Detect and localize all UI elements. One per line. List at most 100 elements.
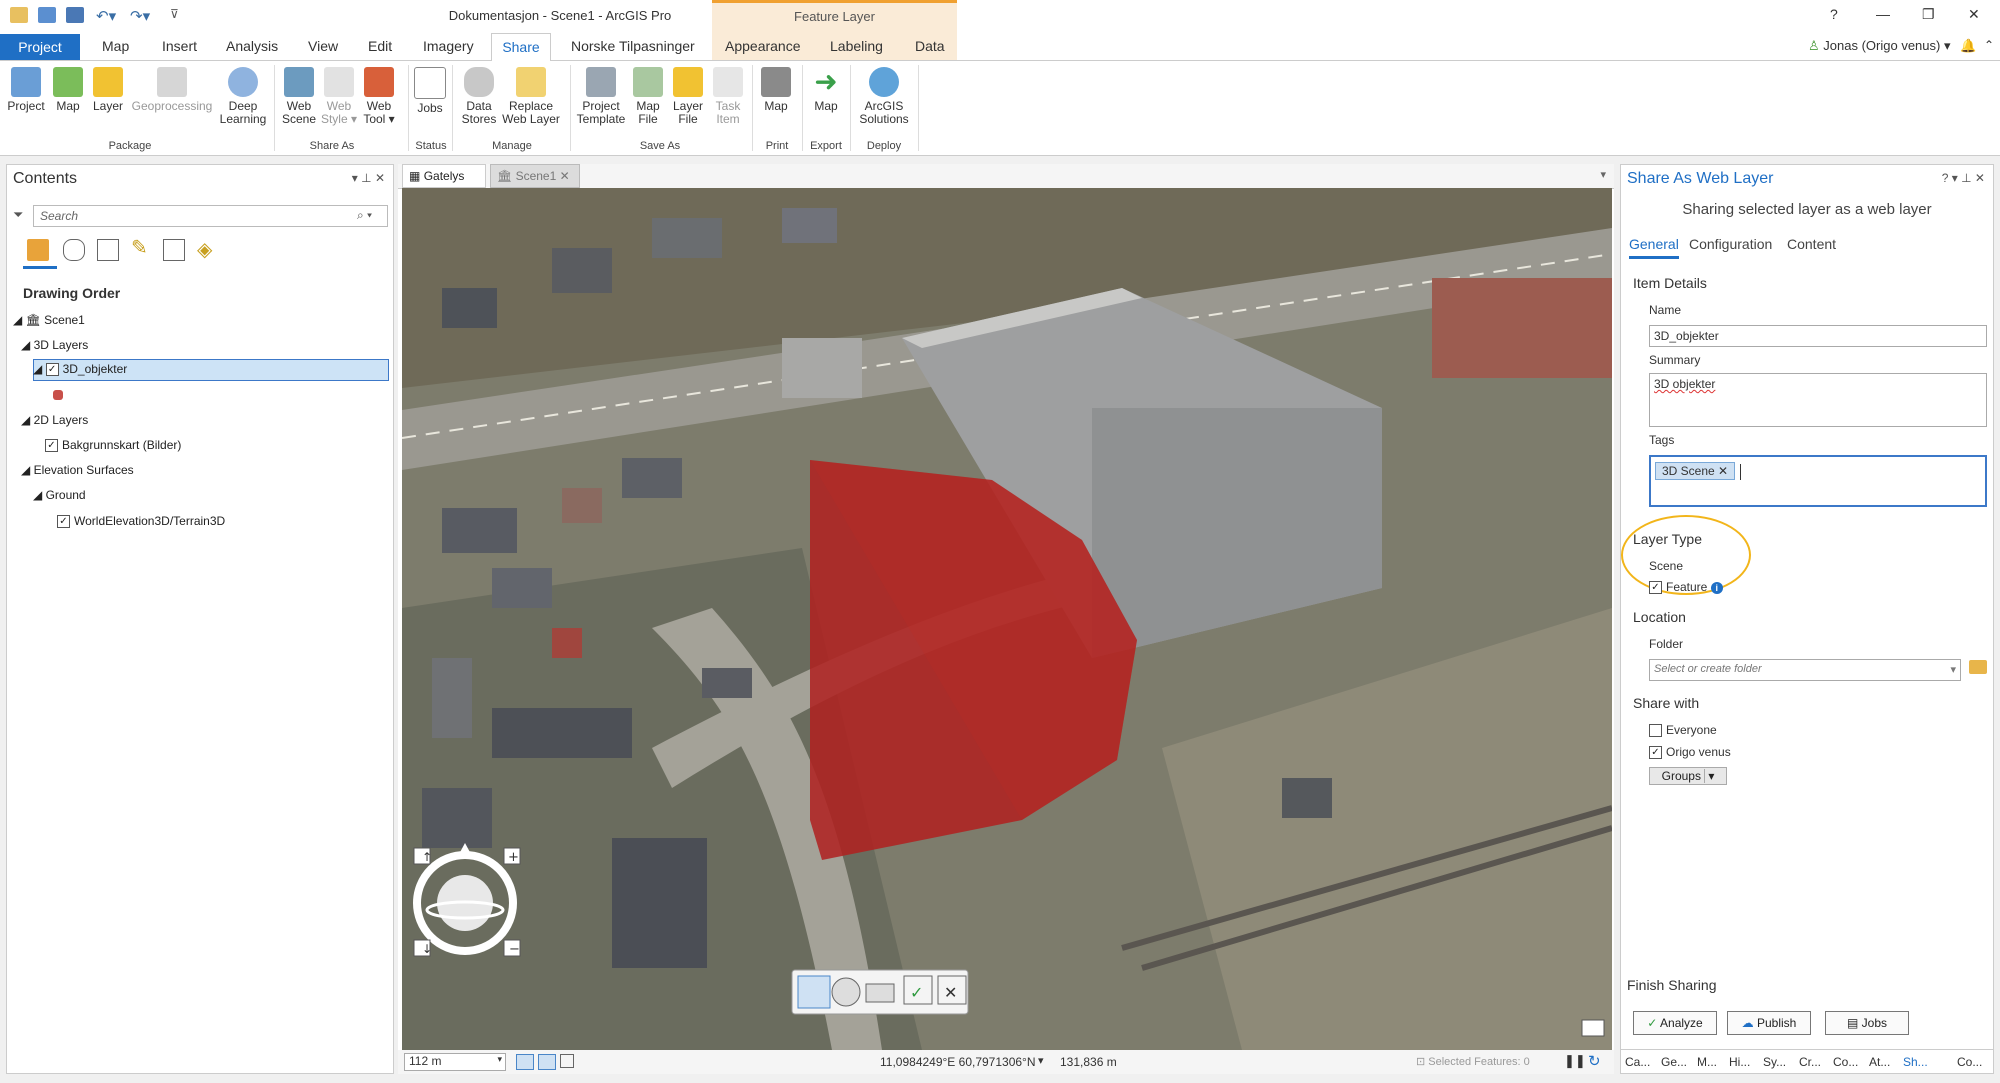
tree-basemap[interactable]: ✓ Bakgrunnskart (Bilder) — [45, 438, 181, 453]
jobs-pane-button[interactable]: ▤ Jobs — [1825, 1011, 1909, 1035]
tab-analysis[interactable]: Analysis — [226, 38, 278, 54]
feature-checkbox[interactable]: ✓ — [1649, 581, 1662, 595]
tab-data[interactable]: Data — [915, 38, 945, 54]
list-by-drawing-order-icon[interactable] — [27, 239, 49, 261]
package-layer-button[interactable]: Layer — [90, 67, 126, 113]
layer-file-button[interactable]: Layer File — [670, 67, 706, 126]
selected-features[interactable]: ⊡ Selected Features: 0 — [1416, 1055, 1530, 1068]
info-icon[interactable]: i — [1710, 582, 1723, 594]
tab-labeling[interactable]: Labeling — [830, 38, 883, 54]
tab-project[interactable]: Project — [0, 34, 80, 60]
notifications-icon[interactable]: 🔔 — [1960, 38, 1976, 54]
tab-view[interactable]: View — [308, 38, 338, 54]
terrain-visibility-checkbox[interactable]: ✓ — [57, 515, 70, 529]
bottom-tab[interactable]: Ca... — [1625, 1055, 1650, 1069]
tab-norske-tilpasninger[interactable]: Norske Tilpasninger — [571, 38, 695, 54]
package-map-button[interactable]: Map — [50, 67, 86, 113]
replace-web-layer-button[interactable]: Replace Web Layer — [502, 67, 560, 126]
expand-icon[interactable]: ◢ — [21, 338, 30, 352]
list-by-labeling-icon[interactable]: ◈ — [197, 237, 212, 262]
tab-appearance[interactable]: Appearance — [725, 38, 801, 54]
bottom-tab[interactable]: Cr... — [1799, 1055, 1821, 1069]
list-by-source-icon[interactable] — [63, 239, 85, 261]
table-toggle-icon[interactable] — [560, 1054, 574, 1068]
web-style-button[interactable]: Web Style ▾ — [320, 67, 358, 126]
publish-button[interactable]: ☁ Publish — [1727, 1011, 1811, 1035]
scene-canvas[interactable]: ↑ + ↓ − ✓ ✕ — [402, 188, 1612, 1050]
project-template-button[interactable]: Project Template — [575, 67, 627, 126]
pane-controls[interactable]: ? ▾ ⊥ ✕ — [1942, 171, 1985, 185]
help-button[interactable]: ? — [1830, 6, 1838, 22]
bottom-tab[interactable]: Co... — [1833, 1055, 1858, 1069]
geoprocessing-package-button[interactable]: Geoprocessing — [128, 67, 216, 113]
search-input[interactable]: Search — [33, 205, 388, 227]
name-input[interactable]: 3D_objekter — [1649, 325, 1987, 347]
bottom-tab[interactable]: Sy... — [1763, 1055, 1786, 1069]
browse-folder-icon[interactable] — [1969, 660, 1987, 674]
minimize-button[interactable]: — — [1876, 6, 1890, 22]
grid-toggle-icon[interactable] — [538, 1054, 556, 1070]
tab-insert[interactable]: Insert — [162, 38, 197, 54]
package-project-button[interactable]: Project — [6, 67, 46, 113]
tree-3d-layers[interactable]: ◢ 3D Layers — [21, 338, 88, 352]
data-stores-button[interactable]: Data Stores — [458, 67, 500, 126]
origo-venus-option[interactable]: ✓ Origo venus — [1649, 745, 1731, 760]
tab-general[interactable]: General — [1629, 236, 1679, 252]
tree-scene[interactable]: ◢ 🏛 Scene1 — [13, 313, 85, 327]
tree-elevation-surfaces[interactable]: ◢ Elevation Surfaces — [21, 463, 134, 477]
bottom-tab[interactable]: M... — [1697, 1055, 1717, 1069]
bottom-tab[interactable]: At... — [1869, 1055, 1890, 1069]
map-file-button[interactable]: Map File — [632, 67, 664, 126]
print-map-button[interactable]: Map — [758, 67, 794, 113]
bottom-tab-share-active[interactable]: Sh... — [1903, 1055, 1928, 1069]
remove-tag-icon[interactable]: ✕ — [1718, 464, 1728, 478]
refresh-icon[interactable]: ↻ — [1588, 1052, 1601, 1070]
groups-dropdown[interactable]: Groups ▾ — [1649, 767, 1727, 785]
coordinate-format-chevron-icon[interactable]: ▾ — [1038, 1054, 1044, 1067]
tab-content[interactable]: Content — [1787, 236, 1836, 252]
expand-icon[interactable]: ◢ — [13, 313, 22, 327]
tab-map[interactable]: Map — [102, 38, 129, 54]
tree-ground[interactable]: ◢ Ground — [33, 488, 86, 502]
view-tab-gatelys[interactable]: ▦ Gatelys — [402, 164, 486, 188]
origo-venus-checkbox[interactable]: ✓ — [1649, 746, 1662, 760]
list-by-snapping-icon[interactable] — [163, 239, 185, 261]
layer-symbol-swatch[interactable] — [53, 390, 63, 400]
everyone-checkbox[interactable] — [1649, 724, 1662, 738]
analyze-button[interactable]: ✓ Analyze — [1633, 1011, 1717, 1035]
tree-2d-layers[interactable]: ◢ 2D Layers — [21, 413, 88, 427]
view-tab-scene1[interactable]: 🏛 Scene1 ✕ — [490, 164, 580, 188]
expand-icon[interactable]: ◢ — [21, 463, 30, 477]
pause-drawing-icon[interactable]: ❚❚ — [1564, 1053, 1586, 1069]
list-by-selection-icon[interactable] — [97, 239, 119, 261]
bottom-tab[interactable]: Hi... — [1729, 1055, 1750, 1069]
tag-chip[interactable]: 3D Scene ✕ — [1655, 462, 1736, 480]
restore-button[interactable]: ❐ — [1922, 6, 1935, 23]
tree-terrain[interactable]: ✓ WorldElevation3D/Terrain3D — [57, 514, 225, 529]
contents-pane-controls[interactable]: ▾ ⊥ ✕ — [352, 171, 385, 185]
web-tool-button[interactable]: Web Tool ▾ — [360, 67, 398, 126]
folder-select[interactable]: Select or create folder ▾ — [1649, 659, 1961, 681]
basemap-visibility-checkbox[interactable]: ✓ — [45, 439, 58, 453]
layer-visibility-checkbox[interactable]: ✓ — [45, 363, 59, 377]
close-window-button[interactable]: ✕ — [1968, 6, 1980, 23]
expand-icon[interactable]: ◢ — [33, 488, 42, 502]
bottom-tab[interactable]: Co... — [1957, 1055, 1982, 1069]
arcgis-solutions-button[interactable]: ArcGIS Solutions — [856, 67, 912, 126]
everyone-option[interactable]: Everyone — [1649, 723, 1717, 738]
web-scene-button[interactable]: Web Scene — [280, 67, 318, 126]
feature-option[interactable]: ✓ Feature i — [1649, 580, 1723, 595]
scale-selector[interactable]: 112 m ▾ — [404, 1053, 506, 1071]
snapping-toggle-icon[interactable] — [516, 1054, 534, 1070]
tab-imagery[interactable]: Imagery — [423, 38, 474, 54]
summary-input[interactable]: 3D objekter — [1649, 373, 1987, 427]
bottom-tab[interactable]: Ge... — [1661, 1055, 1687, 1069]
jobs-button[interactable]: Jobs — [414, 67, 446, 115]
search-icon[interactable]: ⌕ ▾ — [357, 208, 372, 223]
list-by-editing-icon[interactable]: ✎ — [131, 235, 148, 260]
tab-share[interactable]: Share — [491, 33, 551, 61]
expand-icon[interactable]: ◢ — [21, 413, 30, 427]
filter-icon[interactable]: ⏷ — [13, 207, 23, 223]
tab-configuration[interactable]: Configuration — [1689, 236, 1772, 252]
expand-icon[interactable]: ◢ — [33, 362, 42, 376]
